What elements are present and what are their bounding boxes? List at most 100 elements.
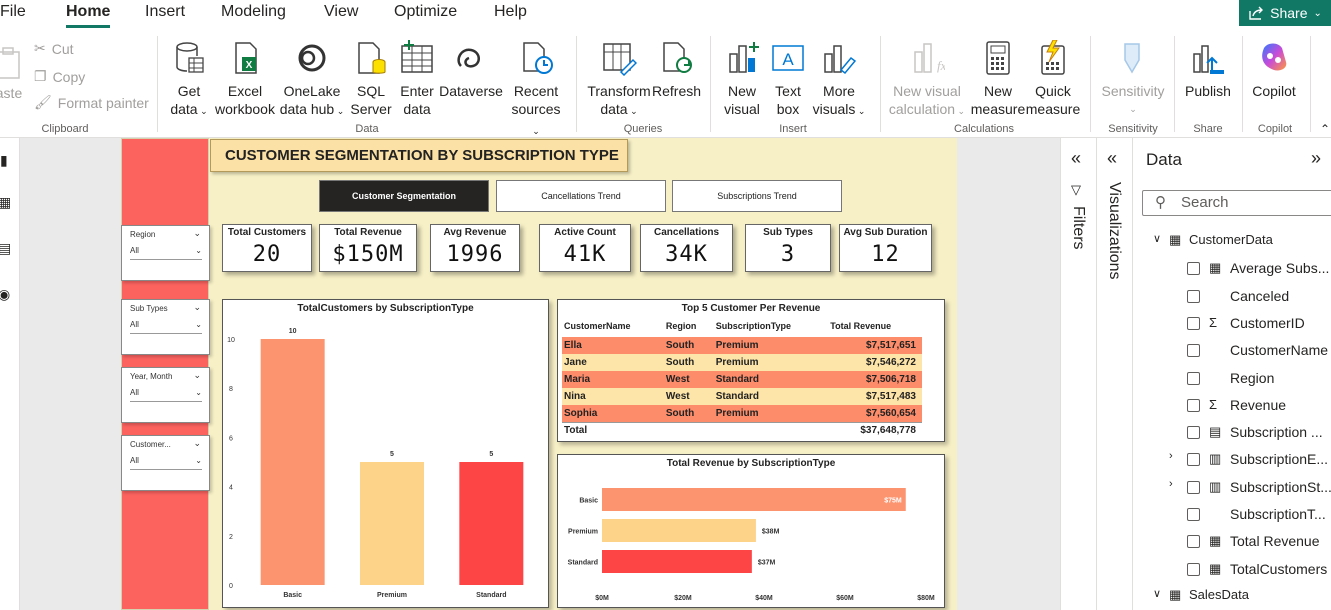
onelake-button[interactable]: OneLake data hub ⌄: [278, 40, 346, 120]
slicer-sub-types[interactable]: Sub Types ⌄ All ⌄: [121, 299, 210, 355]
nav-subscriptions-trend-button[interactable]: Subscriptions Trend: [672, 180, 842, 212]
new-visual-button[interactable]: New visual: [718, 40, 766, 118]
menu-modeling[interactable]: Modeling: [221, 3, 286, 21]
menu-help[interactable]: Help: [494, 3, 527, 21]
filters-pane[interactable]: « ▽ Filters: [1060, 138, 1096, 610]
menu-optimize[interactable]: Optimize: [394, 3, 457, 21]
table-view-icon[interactable]: ▦: [0, 194, 11, 211]
publish-button[interactable]: Publish: [1180, 40, 1236, 100]
chevron-down-icon[interactable]: ∨: [1153, 232, 1161, 245]
chevron-down-icon[interactable]: ∨: [1153, 587, 1161, 600]
field-checkbox[interactable]: [1187, 398, 1200, 412]
share-button[interactable]: Share ⌄: [1239, 0, 1331, 26]
field-checkbox[interactable]: [1187, 289, 1200, 303]
chevron-down-icon[interactable]: ⌄: [193, 438, 201, 449]
double-chevron-right-icon[interactable]: »: [1311, 148, 1321, 169]
enter-data-button[interactable]: Enter data: [396, 40, 438, 118]
transform-data-button[interactable]: Transform data ⌄: [586, 40, 652, 120]
field-checkbox[interactable]: [1187, 508, 1200, 521]
menu-view[interactable]: View: [324, 3, 358, 21]
kpi-total-revenue[interactable]: Total Revenue $150M: [319, 224, 417, 272]
table-row[interactable]: Sophia South Premium $7,560,654: [562, 405, 922, 422]
field-item[interactable]: ▦ TotalCustomers: [1133, 560, 1331, 582]
new-measure-button[interactable]: New measure: [968, 40, 1028, 118]
column-header[interactable]: CustomerName: [562, 318, 664, 337]
refresh-button[interactable]: Refresh: [652, 40, 701, 100]
get-data-button[interactable]: Get data ⌄: [166, 40, 212, 120]
cut-button[interactable]: ✂ Cut: [34, 40, 74, 57]
field-item[interactable]: Σ Revenue: [1133, 396, 1331, 418]
model-view-icon[interactable]: ▤: [0, 240, 11, 257]
sensitivity-button[interactable]: Sensitivity ⌄: [1098, 40, 1168, 118]
nav-customer-segmentation-button[interactable]: Customer Segmentation: [319, 180, 489, 212]
field-checkbox[interactable]: [1187, 426, 1200, 440]
field-item[interactable]: Σ CustomerID: [1133, 314, 1331, 336]
excel-workbook-button[interactable]: X Excel workbook: [212, 40, 278, 118]
top5-customers-table[interactable]: Top 5 Customer Per Revenue CustomerName …: [557, 299, 945, 442]
field-item[interactable]: › ▥ SubscriptionSt...: [1133, 478, 1331, 500]
field-item[interactable]: CustomerName: [1133, 341, 1331, 363]
kpi-total-customers[interactable]: Total Customers 20: [222, 224, 312, 272]
column-header[interactable]: Region: [664, 318, 714, 337]
field-item[interactable]: Region: [1133, 369, 1331, 391]
kpi-avg-revenue[interactable]: Avg Revenue 1996: [430, 224, 520, 272]
nav-cancellations-trend-button[interactable]: Cancellations Trend: [496, 180, 666, 212]
table-row[interactable]: Maria West Standard $7,506,718: [562, 371, 922, 388]
recent-sources-button[interactable]: Recent sources ⌄: [508, 40, 564, 140]
kpi-avg-sub-duration[interactable]: Avg Sub Duration 12: [839, 224, 932, 272]
kpi-active-count[interactable]: Active Count 41K: [539, 224, 631, 272]
format-painter-button[interactable]: 🖌 Format painter: [34, 94, 149, 111]
kpi-sub-types[interactable]: Sub Types 3: [745, 224, 831, 272]
slicer-dropdown[interactable]: All ⌄: [130, 246, 202, 260]
table-row[interactable]: Jane South Premium $7,546,272: [562, 354, 922, 371]
field-checkbox[interactable]: [1187, 316, 1200, 330]
field-checkbox[interactable]: [1187, 262, 1200, 276]
double-chevron-left-icon[interactable]: «: [1071, 148, 1081, 169]
text-box-button[interactable]: A Text box: [766, 40, 810, 118]
chevron-right-icon[interactable]: ›: [1169, 478, 1173, 490]
slicer-dropdown[interactable]: All ⌄: [130, 456, 202, 470]
slicer-year-month[interactable]: Year, Month ⌄ All ⌄: [121, 367, 210, 423]
copilot-button[interactable]: Copilot: [1246, 40, 1302, 100]
paste-button[interactable]: aste: [0, 46, 24, 102]
chevron-right-icon[interactable]: ›: [1169, 450, 1173, 462]
quick-measure-button[interactable]: Quick measure: [1024, 39, 1082, 118]
dataverse-button[interactable]: Dataverse: [438, 40, 504, 100]
kpi-cancellations[interactable]: Cancellations 34K: [640, 224, 733, 272]
customers-by-type-chart[interactable]: TotalCustomers by SubscriptionType 0 2 4 6 8…: [222, 299, 549, 608]
menu-file[interactable]: File: [0, 3, 26, 21]
menu-home[interactable]: Home: [66, 3, 110, 21]
field-item[interactable]: ▤ Subscription ...: [1133, 423, 1331, 445]
field-checkbox[interactable]: [1187, 535, 1200, 549]
slicer-dropdown[interactable]: All ⌄: [130, 388, 202, 402]
sql-server-button[interactable]: SQL Server: [346, 40, 396, 118]
chevron-down-icon[interactable]: ⌄: [193, 302, 201, 313]
chevron-down-icon[interactable]: ⌄: [193, 228, 201, 239]
dax-query-icon[interactable]: ◉: [0, 286, 10, 303]
more-visuals-button[interactable]: More visuals ⌄: [810, 40, 868, 120]
new-visual-calculation-button[interactable]: fx New visual calculation ⌄: [886, 40, 968, 120]
table-row[interactable]: Nina West Standard $7,517,483: [562, 388, 922, 405]
field-item[interactable]: SubscriptionT...: [1133, 505, 1331, 527]
field-item[interactable]: ▦ Total Revenue: [1133, 532, 1331, 554]
search-input[interactable]: ⚲ Search: [1142, 190, 1331, 216]
revenue-by-type-chart[interactable]: Total Revenue by SubscriptionType Basic $…: [557, 454, 945, 608]
field-checkbox[interactable]: [1187, 562, 1200, 576]
field-table-item[interactable]: ∨ ▦ CustomerData: [1133, 232, 1331, 254]
slicer-dropdown[interactable]: All ⌄: [130, 320, 202, 334]
field-checkbox[interactable]: [1187, 480, 1200, 494]
slicer-customer[interactable]: Customer... ⌄ All ⌄: [121, 435, 210, 491]
copy-button[interactable]: ❐ Copy: [34, 68, 85, 85]
report-view-icon[interactable]: ▮: [0, 152, 8, 169]
field-checkbox[interactable]: [1187, 453, 1200, 467]
menu-insert[interactable]: Insert: [145, 3, 185, 21]
field-item[interactable]: ▦ Average Subs...: [1133, 259, 1331, 281]
column-header[interactable]: Total Revenue: [828, 318, 922, 337]
column-header[interactable]: SubscriptionType: [714, 318, 829, 337]
visualizations-pane[interactable]: « Visualizations: [1096, 138, 1132, 610]
collapse-ribbon-icon[interactable]: ⌃: [1320, 122, 1330, 136]
field-table-item[interactable]: ∨ ▦ SalesData: [1133, 587, 1331, 609]
field-item[interactable]: › ▥ SubscriptionE...: [1133, 450, 1331, 472]
field-item[interactable]: Canceled: [1133, 287, 1331, 309]
table-row[interactable]: Ella South Premium $7,517,651: [562, 337, 922, 354]
